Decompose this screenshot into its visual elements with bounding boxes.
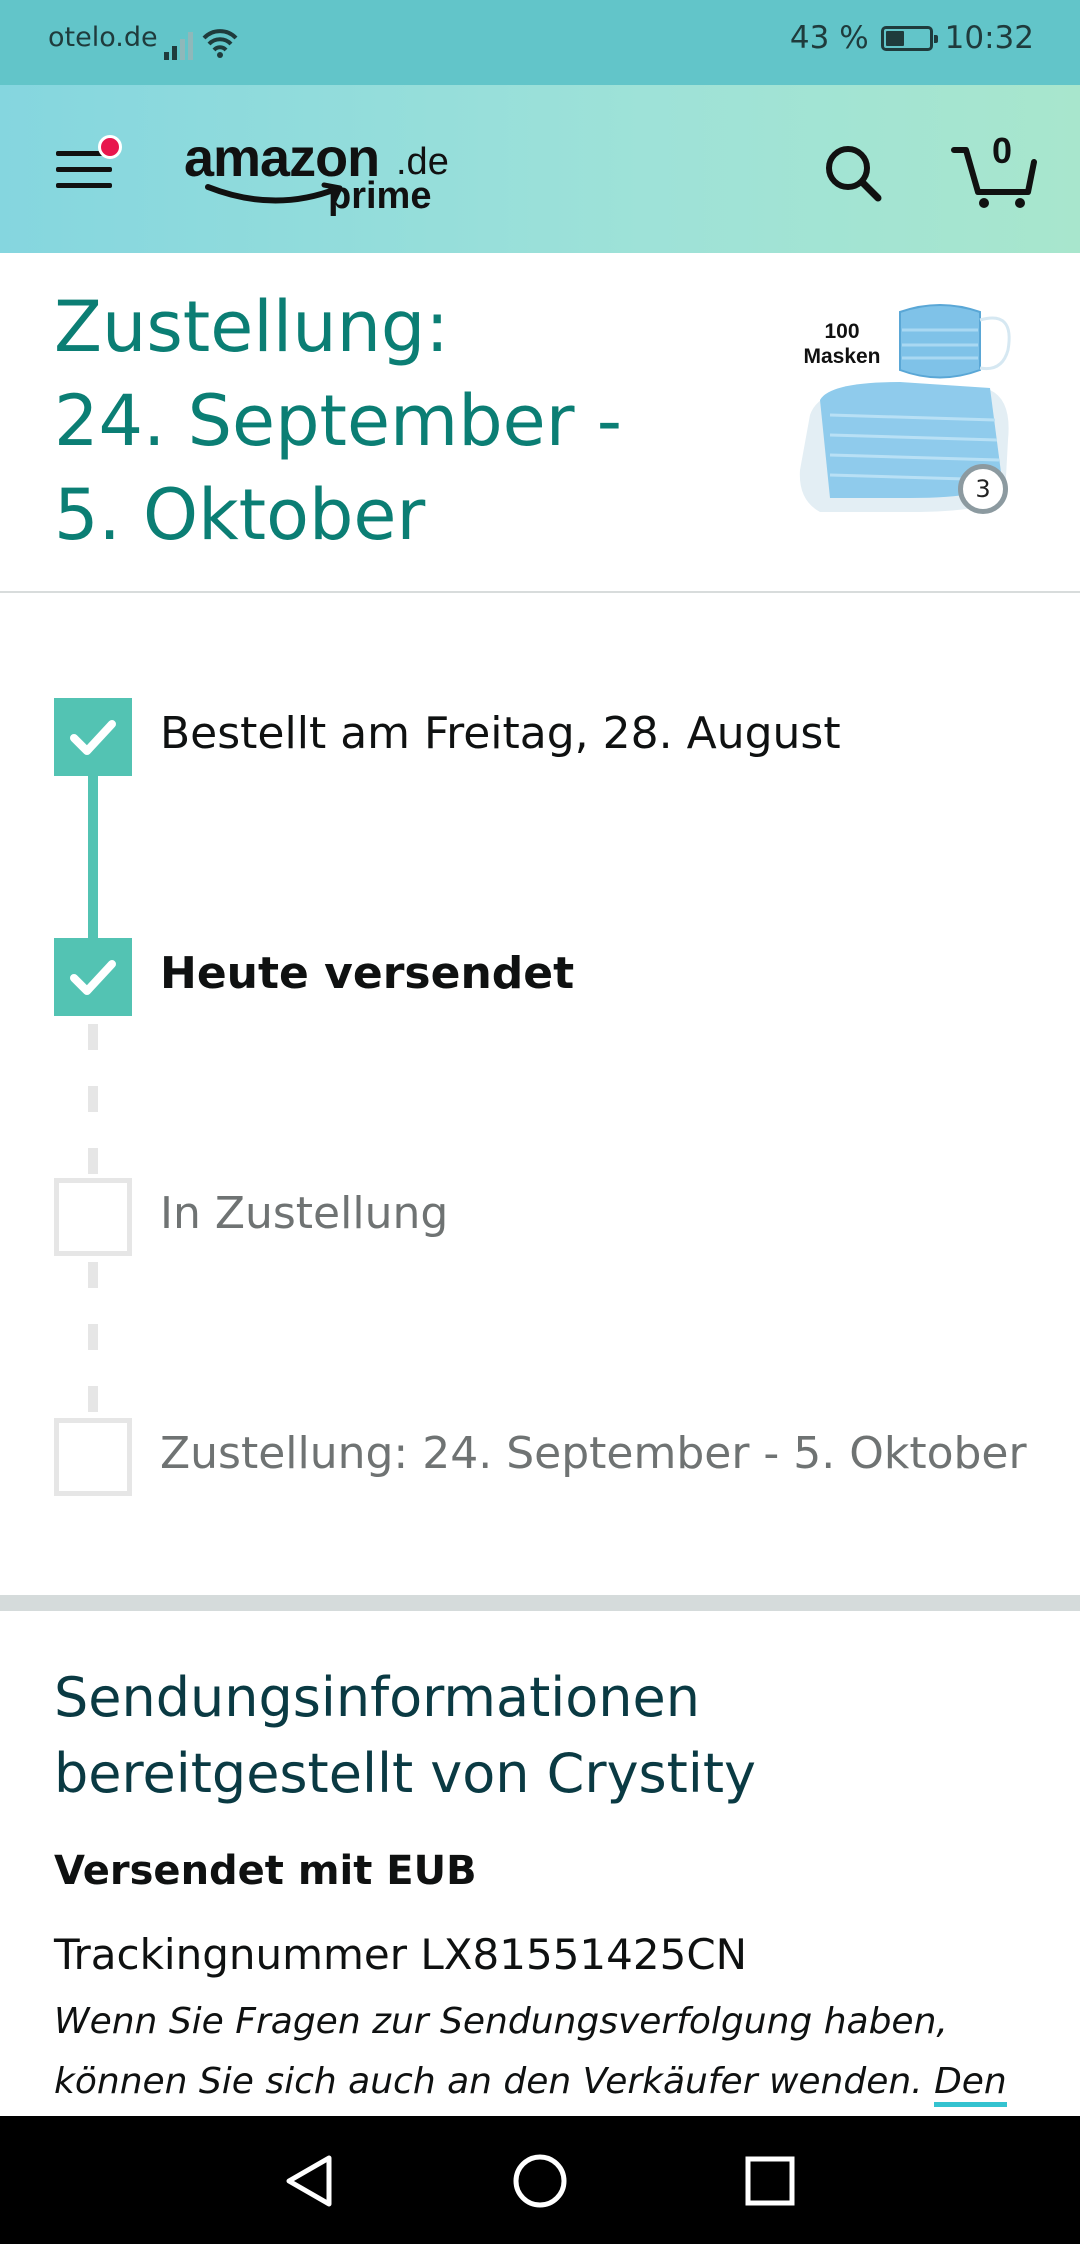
app-header: amazon .de prime 0	[0, 85, 1080, 253]
clock: 10:32	[944, 20, 1034, 56]
recents-icon[interactable]	[735, 2146, 805, 2216]
empty-checkbox-icon	[54, 1178, 132, 1256]
checkmark-icon	[54, 698, 132, 776]
tracker-step-out-for-delivery: In Zustellung	[160, 1188, 449, 1239]
status-bar: otelo.de 43 % 10:32	[0, 0, 1080, 85]
battery-icon	[880, 25, 938, 51]
contact-seller-link[interactable]: Den	[934, 2061, 1007, 2107]
checkmark-icon	[54, 938, 132, 1016]
cart-count: 0	[992, 130, 1013, 171]
tracker-step-shipped: Heute versendet	[160, 948, 575, 999]
system-nav-bar	[0, 2116, 1080, 2244]
tracker-step-delivery: Zustellung: 24. September - 5. Oktober	[160, 1428, 1027, 1479]
delivery-title-line: 24. September -	[54, 380, 622, 462]
product-label-line: 100	[824, 320, 859, 343]
tracker-line-pending	[88, 1148, 98, 1174]
battery-percent: 43 %	[789, 20, 869, 56]
divider	[0, 591, 1080, 593]
signal-icon	[162, 24, 242, 66]
back-icon[interactable]	[275, 2146, 345, 2216]
amazon-prime-logo[interactable]: amazon .de prime	[184, 127, 464, 227]
tracker-line-pending	[88, 1024, 98, 1050]
tracker-step-ordered: Bestellt am Freitag, 28. August	[160, 708, 841, 759]
delivery-estimate-title: Zustellung: 24. September - 5. Oktober	[54, 280, 654, 562]
section-divider	[0, 1595, 1080, 1611]
home-icon[interactable]	[505, 2146, 575, 2216]
tracker-line-pending	[88, 1086, 98, 1112]
tracking-number: Trackingnummer LX81551425CN	[54, 1930, 748, 1979]
tracker-line-done	[88, 770, 98, 940]
quantity-badge: 3	[958, 464, 1008, 514]
notification-dot	[98, 135, 122, 159]
shipping-carrier: Versendet mit EUB	[54, 1848, 477, 1894]
logo-prime: prime	[328, 175, 432, 217]
search-icon[interactable]	[822, 142, 884, 204]
empty-checkbox-icon	[54, 1418, 132, 1496]
carrier-name: otelo.de	[48, 22, 158, 53]
tracker-line-pending	[88, 1324, 98, 1350]
tracker-line-pending	[88, 1386, 98, 1412]
shipment-info-title: Sendungsinformationen bereitgestellt von…	[54, 1666, 756, 1805]
contact-seller-note: Wenn Sie Fragen zur Sendungsverfolgung h…	[54, 1992, 1034, 2112]
product-label-line: Masken	[803, 345, 880, 368]
delivery-title-line: 5. Oktober	[54, 474, 426, 556]
delivery-title-line: Zustellung:	[54, 286, 449, 368]
cart-icon[interactable]: 0	[950, 130, 1040, 210]
note-text: Wenn Sie Fragen zur Sendungsverfolgung h…	[54, 2001, 948, 2102]
tracker-line-pending	[88, 1262, 98, 1288]
